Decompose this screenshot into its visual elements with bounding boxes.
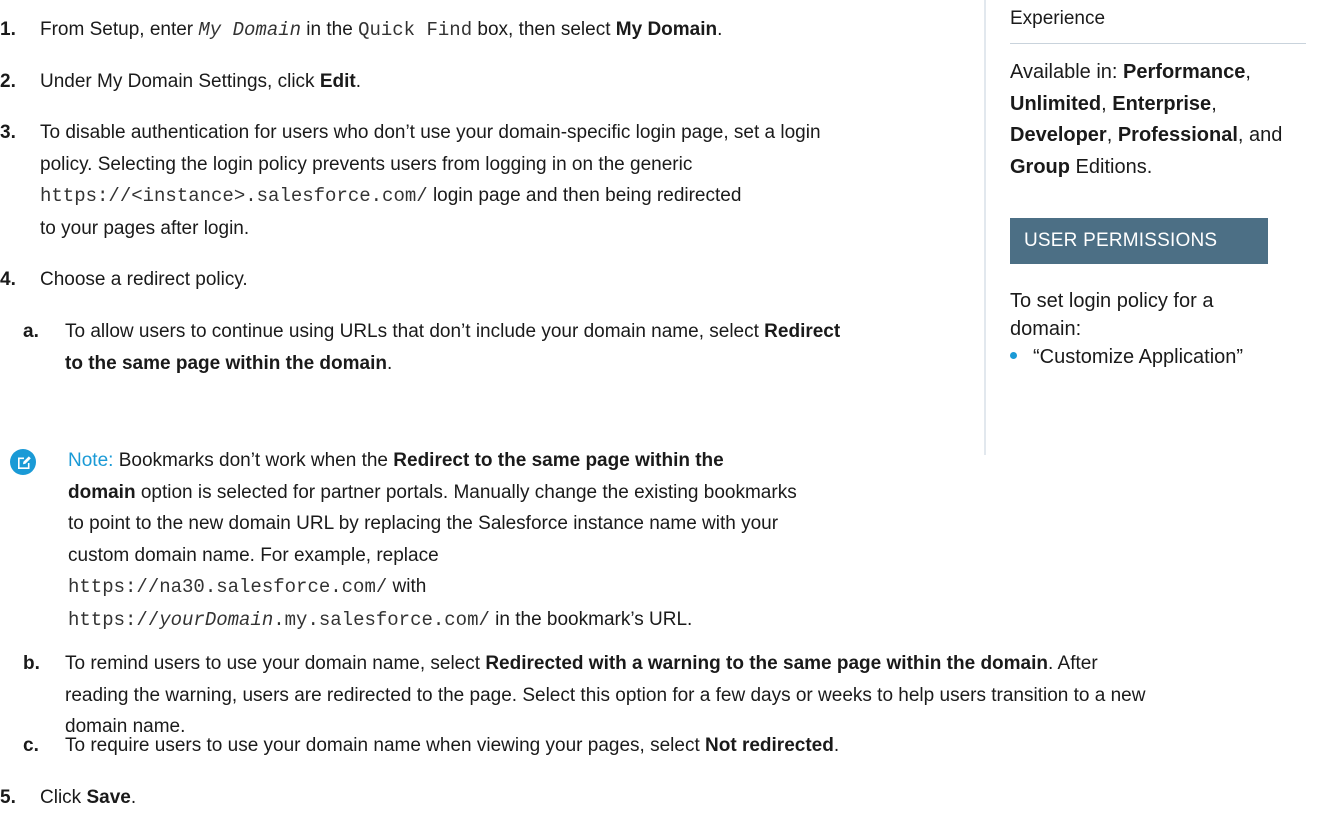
availability-text: Editions. (1070, 155, 1153, 178)
note-line: domain option is selected for partner po… (68, 477, 916, 509)
step-2: 2. Under My Domain Settings, click Edit. (0, 66, 361, 98)
note-line: https://na30.salesforce.com/ with (68, 571, 916, 604)
step-number: 3. (0, 122, 16, 143)
edition-name: Developer (1010, 124, 1107, 146)
availability-label: Available in: (1010, 61, 1124, 83)
edition-name: Unlimited (1010, 92, 1102, 115)
substep-b: b. To remind users to use your domain na… (23, 648, 1305, 743)
substep-a: a. To allow users to continue using URLs… (23, 316, 945, 380)
note-text: option is selected for partner portals. … (135, 481, 797, 503)
availability-text: and (1249, 124, 1283, 146)
edition-sidebar: Experience Available in: Performance, Un… (984, 0, 1318, 455)
step-text: To remind users to use your domain name,… (65, 653, 486, 674)
ui-term: Redirect (764, 321, 841, 342)
step-line: To remind users to use your domain name,… (65, 648, 1305, 680)
edition-name: Performance (1123, 61, 1246, 83)
ui-term: Not redirected (705, 735, 834, 756)
step-text: From Setup, enter (40, 19, 199, 40)
note-text: in the bookmark’s URL. (489, 608, 693, 630)
step-number: 4. (0, 269, 16, 290)
ui-term: My Domain (615, 19, 718, 40)
substep-c: c. To require users to use your domain n… (23, 730, 1265, 762)
step-text: Under My Domain Settings, click (40, 71, 320, 92)
step-line: to your pages after login. (40, 217, 250, 239)
divider (1010, 43, 1306, 44)
substep-letter: b. (23, 653, 40, 674)
edition-heading: Experience (1010, 8, 1106, 29)
ui-term: domain (68, 481, 136, 503)
ui-term: to the same page within the domain (65, 352, 387, 374)
step-line: to the same page within the domain. (65, 348, 945, 380)
note-line: https://yourDomain.my.salesforce.com/ in… (68, 604, 916, 637)
step-text: Click (40, 787, 87, 808)
note-line: Note: Bookmarks don’t work when the Redi… (68, 445, 916, 477)
user-permissions-heading: USER PERMISSIONS (1010, 218, 1268, 264)
step-text: . After (1048, 653, 1098, 674)
step-text: To allow users to continue using URLs th… (65, 321, 765, 342)
step-number: 5. (0, 787, 16, 808)
code-quick-find: Quick Find (358, 19, 473, 41)
step-line: https://<instance>.salesforce.com/ login… (40, 180, 821, 213)
step-1: 1. From Setup, enter My Domain in the Qu… (0, 14, 723, 47)
step-line: To disable authentication for users who … (40, 122, 821, 143)
note-callout: Note: Bookmarks don’t work when the Redi… (10, 445, 916, 637)
note-label: Note: (68, 450, 114, 471)
note-text: Bookmarks don’t work when the (113, 450, 394, 471)
step-3: 3. To disable authentication for users w… (0, 117, 821, 244)
step-line: policy. Selecting the login policy preve… (40, 153, 693, 175)
code-my-domain: My Domain (198, 19, 302, 41)
permission-requirement: To set login policy for a domain: (1010, 290, 1214, 340)
code-na30-url: https://na30.salesforce.com/ (68, 576, 388, 598)
edition-name: Professional (1117, 124, 1238, 146)
step-text: login page and then being redirected (427, 185, 742, 206)
step-line: To allow users to continue using URLs th… (65, 316, 945, 348)
step-number: 2. (0, 71, 16, 92)
step-text: in the (301, 19, 359, 40)
note-line: custom domain name. For example, replace (68, 544, 439, 566)
code-mydomain-url: https://yourDomain.my.salesforce.com/ (68, 608, 490, 631)
edition-availability: Available in: Performance, Unlimited, En… (1010, 61, 1283, 178)
step-line: reading the warning, users are redirecte… (65, 684, 1146, 706)
edition-name: Enterprise (1112, 92, 1212, 115)
edition-name: Group (1010, 155, 1070, 178)
ui-term: Redirected with a warning to the same pa… (485, 653, 1049, 674)
ui-term: Redirect to the same page within the (393, 450, 724, 471)
step-text: box, then select (472, 19, 616, 40)
step-text: . (386, 352, 393, 374)
step-text: . (717, 19, 723, 40)
ui-term: Save (86, 787, 131, 808)
step-text: . (130, 787, 137, 808)
permission-item: “Customize Application” (1010, 343, 1243, 371)
step-5: 5. Click Save. (0, 782, 137, 814)
edit-note-icon (10, 449, 36, 475)
bullet-icon (1010, 352, 1017, 360)
step-text: To require users to use your domain name… (65, 735, 706, 756)
ui-term: Edit (319, 71, 356, 92)
substep-letter: c. (23, 735, 39, 756)
substep-letter: a. (23, 321, 39, 342)
step-number: 1. (0, 19, 16, 40)
note-text: with (387, 576, 427, 597)
step-text: . (355, 71, 361, 92)
step-4: 4. Choose a redirect policy. (0, 264, 248, 296)
code-instance-url: https://<instance>.salesforce.com/ (40, 185, 428, 207)
step-text: Choose a redirect policy. (40, 269, 248, 290)
note-line: to point to the new domain URL by replac… (68, 513, 779, 534)
step-text: . (833, 735, 840, 756)
